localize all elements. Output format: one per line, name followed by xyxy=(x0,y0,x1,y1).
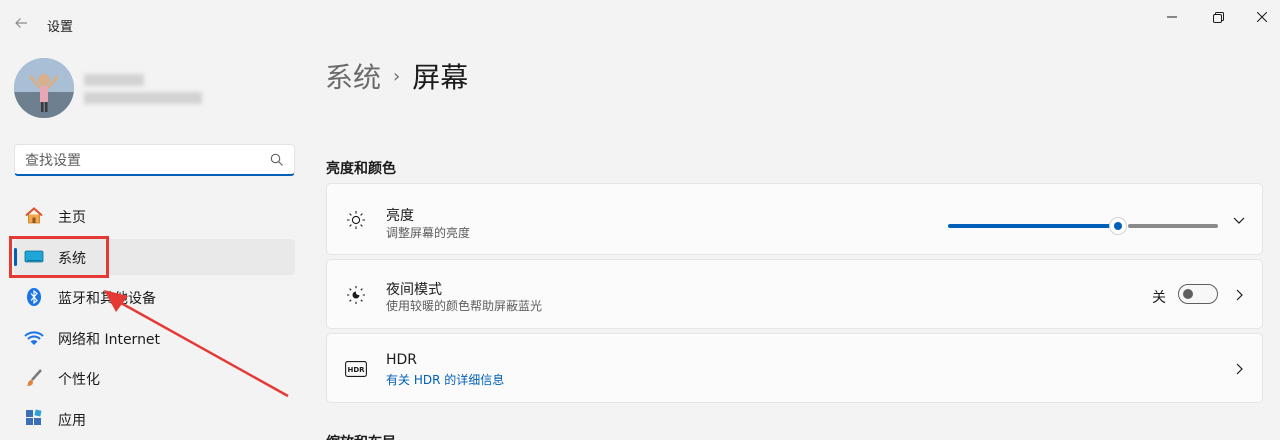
brightness-slider[interactable] xyxy=(948,216,1218,236)
close-icon xyxy=(1257,12,1267,22)
sidebar-item-network[interactable]: 网络和 Internet xyxy=(14,320,295,356)
night-mode-toggle[interactable] xyxy=(1178,284,1218,304)
back-button[interactable] xyxy=(8,10,34,36)
brush-icon xyxy=(24,368,44,388)
sidebar-item-label: 个性化 xyxy=(58,372,100,388)
brightness-card[interactable]: 亮度 调整屏幕的亮度 xyxy=(326,183,1263,255)
brightness-title: 亮度 xyxy=(386,208,414,224)
breadcrumb-parent[interactable]: 系统 xyxy=(325,56,381,96)
night-light-icon xyxy=(345,284,367,306)
brightness-icon xyxy=(345,209,367,231)
night-mode-open-button[interactable] xyxy=(1231,287,1247,303)
minimize-icon xyxy=(1167,16,1177,18)
toggle-knob xyxy=(1183,289,1193,299)
search-input[interactable] xyxy=(25,151,255,171)
search-icon[interactable] xyxy=(270,153,284,167)
section-title-brightness-color: 亮度和颜色 xyxy=(326,161,396,177)
night-mode-title: 夜间模式 xyxy=(386,282,442,298)
slider-thumb[interactable] xyxy=(1109,217,1127,235)
chevron-right-icon xyxy=(1236,363,1243,375)
chevron-down-icon xyxy=(1233,217,1245,224)
user-profile[interactable] xyxy=(14,58,294,122)
hdr-icon: HDR xyxy=(345,358,367,380)
sidebar-item-label: 主页 xyxy=(58,210,86,226)
sidebar-item-label: 蓝牙和其他设备 xyxy=(58,291,156,307)
hdr-learn-more-link[interactable]: 有关 HDR 的详细信息 xyxy=(386,371,504,388)
user-email-redacted xyxy=(84,92,202,104)
hdr-title: HDR xyxy=(386,352,418,368)
expand-chevron-button[interactable] xyxy=(1231,212,1247,228)
chevron-right-icon xyxy=(1236,289,1243,301)
wifi-icon xyxy=(24,328,44,348)
home-icon xyxy=(24,206,44,226)
minimize-button[interactable] xyxy=(1158,6,1186,28)
svg-text:HDR: HDR xyxy=(347,366,365,374)
breadcrumb: 系统 › 屏幕 xyxy=(325,56,468,96)
slider-track-filled xyxy=(948,224,1116,228)
restore-button[interactable] xyxy=(1204,6,1232,28)
sidebar-item-apps[interactable]: 应用 xyxy=(14,401,295,437)
sidebar-item-personalization[interactable]: 个性化 xyxy=(14,360,295,396)
back-arrow-icon xyxy=(15,18,27,28)
apps-icon xyxy=(24,408,44,429)
app-title: 设置 xyxy=(47,20,74,35)
toggle-state-label: 关 xyxy=(1152,290,1166,306)
breadcrumb-separator: › xyxy=(393,65,401,87)
sidebar-item-home[interactable]: 主页 xyxy=(14,198,295,234)
title-bar: 设置 xyxy=(0,0,1280,48)
night-mode-card[interactable]: 夜间模式 使用较暖的颜色帮助屏蔽蓝光 关 xyxy=(326,259,1263,329)
search-box[interactable] xyxy=(14,144,295,176)
slider-track-empty xyxy=(1128,224,1218,228)
section-title-next: 缩放和布局 xyxy=(326,432,396,440)
bluetooth-icon xyxy=(24,287,44,307)
sidebar-item-bluetooth[interactable]: 蓝牙和其他设备 xyxy=(14,279,295,315)
user-name-redacted xyxy=(84,74,144,86)
hdr-card[interactable]: HDR HDR 有关 HDR 的详细信息 xyxy=(326,333,1263,403)
hdr-open-button[interactable] xyxy=(1231,361,1247,377)
avatar xyxy=(14,58,74,118)
sidebar-item-label: 网络和 Internet xyxy=(58,331,161,348)
sidebar-nav: 主页 系统 蓝牙和其他设备 网络和 Internet 个性化 应用 xyxy=(14,198,295,440)
brightness-subtitle: 调整屏幕的亮度 xyxy=(386,226,471,240)
page-title: 屏幕 xyxy=(412,61,469,94)
sidebar-item-label: 应用 xyxy=(58,412,86,429)
annotation-highlight-box xyxy=(9,236,109,278)
restore-icon xyxy=(1212,11,1224,23)
night-mode-subtitle: 使用较暖的颜色帮助屏蔽蓝光 xyxy=(386,299,543,313)
close-button[interactable] xyxy=(1248,6,1276,28)
